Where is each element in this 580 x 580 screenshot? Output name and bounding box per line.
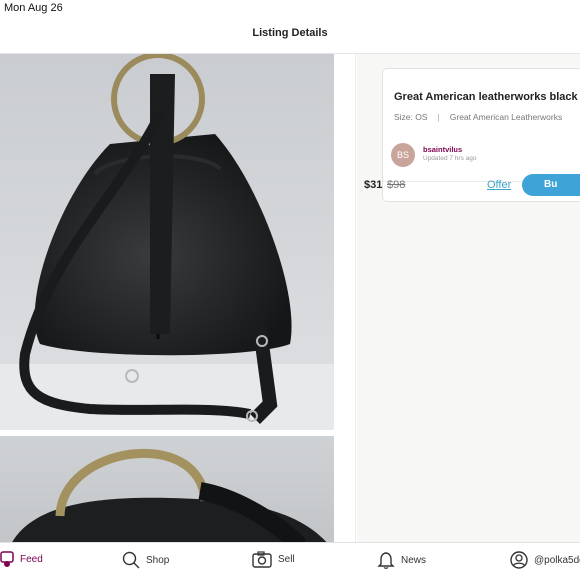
listing-photo[interactable] bbox=[0, 436, 334, 542]
bell-icon bbox=[377, 551, 395, 569]
search-icon bbox=[122, 551, 140, 569]
nav-header: Listing Details bbox=[0, 18, 580, 54]
tab-profile[interactable]: @polka5do bbox=[510, 551, 580, 569]
tab-news[interactable]: News bbox=[377, 551, 426, 569]
status-bar: Mon Aug 26 bbox=[0, 0, 580, 18]
listing-original-price: $98 bbox=[387, 179, 406, 191]
listing-brand[interactable]: Great American Leatherworks bbox=[450, 112, 562, 122]
offer-button[interactable]: Offer bbox=[487, 179, 511, 191]
photo-gallery[interactable] bbox=[0, 54, 356, 542]
seller-updated: Updated 7 hrs ago bbox=[423, 155, 477, 162]
listing-photo[interactable] bbox=[0, 54, 334, 430]
listing-size: Size: OS bbox=[394, 112, 428, 122]
listing-title[interactable]: Great American leatherworks black bbox=[394, 91, 578, 103]
tab-label: Shop bbox=[146, 554, 170, 566]
seller-username[interactable]: bsaintvilus bbox=[423, 145, 462, 154]
seller-avatar[interactable]: BS bbox=[391, 143, 415, 167]
meta-separator: | bbox=[437, 112, 440, 122]
status-time: Mon Aug 26 bbox=[4, 2, 63, 14]
profile-icon bbox=[510, 551, 528, 569]
camera-icon bbox=[252, 551, 272, 568]
listing-price: $31 bbox=[364, 179, 383, 191]
tab-label: Feed bbox=[20, 553, 43, 565]
listing-details-pane: Great American leatherworks black Size: … bbox=[357, 54, 580, 542]
tab-shop[interactable]: Shop bbox=[122, 551, 169, 569]
listing-meta: Size: OS | Great American Leatherworks bbox=[394, 112, 562, 122]
tab-feed[interactable]: Feed bbox=[0, 551, 43, 567]
tab-sell[interactable]: Sell bbox=[252, 551, 295, 568]
tab-label: Sell bbox=[278, 554, 295, 565]
feed-icon bbox=[0, 551, 14, 567]
tab-label: News bbox=[401, 554, 427, 566]
page-title: Listing Details bbox=[252, 26, 328, 39]
buy-button[interactable]: Bu bbox=[522, 174, 580, 196]
bottom-tab-bar: Feed Shop Sell News @polka5do bbox=[0, 542, 580, 580]
tab-label: @polka5do bbox=[534, 554, 580, 566]
